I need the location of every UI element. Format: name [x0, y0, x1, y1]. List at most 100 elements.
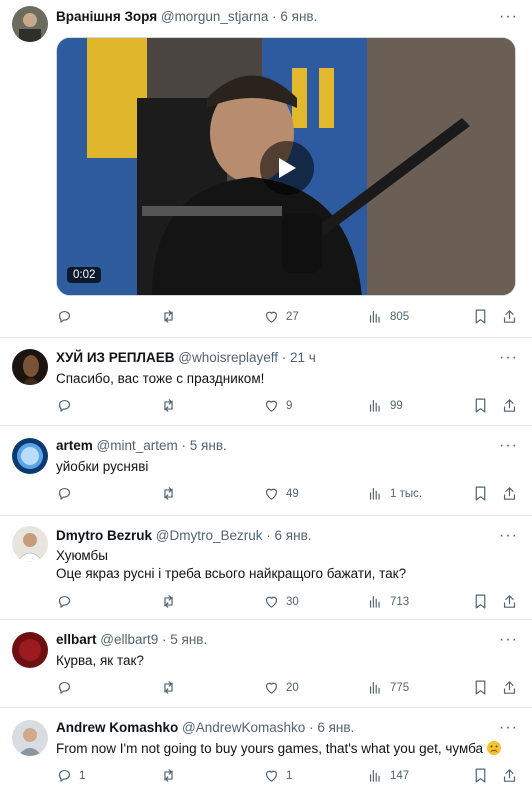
share-button[interactable]	[501, 679, 518, 696]
avatar[interactable]	[12, 632, 48, 668]
author-name[interactable]: ellbart	[56, 632, 97, 647]
share-button[interactable]	[501, 485, 518, 502]
like-icon	[263, 593, 280, 610]
tweet-text-line: Оце якраз русні і треба всього найкращог…	[56, 566, 407, 581]
tweet-time[interactable]: · 5 янв.	[162, 632, 207, 647]
views-button[interactable]: 775	[367, 679, 409, 696]
views-count: 99	[390, 399, 403, 412]
tweet[interactable]: ellbart @ellbart9 · 5 янв. ··· Курва, як…	[0, 620, 532, 708]
like-count: 1	[286, 769, 293, 782]
avatar[interactable]	[12, 438, 48, 474]
play-button[interactable]	[260, 141, 314, 195]
retweet-button[interactable]	[160, 397, 183, 414]
tweet-header: ХУЙ ИЗ РЕПЛАЕВ @whoisreplayeff · 21 ч	[56, 350, 316, 365]
author-name[interactable]: Andrew Komashko	[56, 720, 178, 735]
tweet-time[interactable]: · 6 янв.	[266, 528, 311, 543]
share-icon	[501, 593, 518, 610]
like-button[interactable]: 9	[263, 397, 292, 414]
author-name[interactable]: artem	[56, 438, 93, 453]
bookmark-button[interactable]	[472, 397, 489, 414]
more-options-button[interactable]: ···	[499, 438, 518, 454]
author-handle[interactable]: @mint_artem	[97, 438, 178, 453]
retweet-button[interactable]	[160, 767, 183, 784]
views-button[interactable]: 99	[367, 397, 403, 414]
tweet-time[interactable]: · 6 янв.	[309, 720, 354, 735]
tweet-text: Спасибо, вас тоже с праздником!	[56, 371, 265, 386]
tweet[interactable]: Andrew Komashko @AndrewKomashko · 6 янв.…	[0, 708, 532, 800]
tweet[interactable]: artem @mint_artem · 5 янв. ··· уйобки ру…	[0, 426, 532, 516]
views-button[interactable]: 713	[367, 593, 409, 610]
avatar[interactable]	[12, 6, 48, 42]
like-button[interactable]: 30	[263, 593, 299, 610]
retweet-icon	[160, 485, 177, 502]
retweet-button[interactable]	[160, 485, 183, 502]
tweet[interactable]: ХУЙ ИЗ РЕПЛАЕВ @whoisreplayeff · 21 ч ··…	[0, 338, 532, 426]
bookmark-button[interactable]	[472, 593, 489, 610]
like-icon	[263, 308, 280, 325]
views-button[interactable]: 1 тыс.	[367, 485, 422, 502]
views-button[interactable]: 805	[367, 308, 409, 325]
like-button[interactable]: 27	[263, 308, 299, 325]
author-name[interactable]: Dmytro Bezruk	[56, 528, 152, 543]
more-options-button[interactable]: ···	[499, 9, 518, 25]
like-icon	[263, 679, 280, 696]
author-name[interactable]: ХУЙ ИЗ РЕПЛАЕВ	[56, 350, 174, 365]
share-icon	[501, 308, 518, 325]
share-button[interactable]	[501, 767, 518, 784]
tweet[interactable]: Dmytro Bezruk @Dmytro_Bezruk · 6 янв. ··…	[0, 516, 532, 620]
bookmark-button[interactable]	[472, 485, 489, 502]
share-button[interactable]	[501, 397, 518, 414]
avatar[interactable]	[12, 526, 48, 562]
author-handle[interactable]: @AndrewKomashko	[182, 720, 305, 735]
like-button[interactable]: 1	[263, 767, 292, 784]
tweet-time[interactable]: · 5 янв.	[182, 438, 227, 453]
avatar[interactable]	[12, 720, 48, 756]
author-handle[interactable]: @morgun_stjarna	[161, 9, 269, 24]
reply-button[interactable]: 1	[56, 767, 85, 784]
reply-button[interactable]	[56, 308, 79, 325]
tweet-time[interactable]: · 6 янв.	[272, 9, 317, 24]
views-icon	[367, 397, 384, 414]
share-button[interactable]	[501, 308, 518, 325]
reply-icon	[56, 593, 73, 610]
like-button[interactable]: 49	[263, 485, 299, 502]
author-name[interactable]: Вранішня Зоря	[56, 9, 157, 24]
retweet-button[interactable]	[160, 679, 183, 696]
retweet-button[interactable]	[160, 593, 183, 610]
tweet-time[interactable]: · 21 ч	[282, 350, 316, 365]
retweet-button[interactable]	[160, 308, 183, 325]
tweet-text-container: From now I'm not going to buy yours game…	[56, 739, 516, 758]
share-button[interactable]	[501, 593, 518, 610]
tweet-header: Dmytro Bezruk @Dmytro_Bezruk · 6 янв.	[56, 528, 312, 543]
bookmark-button[interactable]	[472, 308, 489, 325]
reply-button[interactable]	[56, 593, 79, 610]
like-count: 20	[286, 681, 299, 694]
more-options-button[interactable]: ···	[499, 720, 518, 736]
reply-button[interactable]	[56, 679, 79, 696]
tweet-actions: 1 1 147	[56, 767, 522, 789]
reply-icon	[56, 679, 73, 696]
reply-button[interactable]	[56, 397, 79, 414]
bookmark-button[interactable]	[472, 767, 489, 784]
bookmark-button[interactable]	[472, 679, 489, 696]
views-button[interactable]: 147	[367, 767, 409, 784]
video-player[interactable]: 0:02	[56, 37, 516, 296]
tweet[interactable]: Вранішня Зоря @morgun_stjarna · 6 янв. ·…	[0, 0, 532, 338]
share-icon	[501, 485, 518, 502]
more-options-button[interactable]: ···	[499, 350, 518, 366]
author-handle[interactable]: @ellbart9	[100, 632, 158, 647]
author-handle[interactable]: @whoisreplayeff	[178, 350, 278, 365]
bookmark-icon	[472, 308, 489, 325]
author-handle[interactable]: @Dmytro_Bezruk	[156, 528, 263, 543]
like-button[interactable]: 20	[263, 679, 299, 696]
views-icon	[367, 485, 384, 502]
more-options-button[interactable]: ···	[499, 632, 518, 648]
tweet-text-line: Хуюмбы	[56, 548, 108, 563]
reply-button[interactable]	[56, 485, 79, 502]
tweet-text: уйобки русняві	[56, 459, 149, 474]
like-count: 27	[286, 310, 299, 323]
avatar[interactable]	[12, 349, 48, 385]
more-options-button[interactable]: ···	[499, 528, 518, 544]
tweet-text: From now I'm not going to buy yours game…	[56, 741, 484, 756]
views-count: 775	[390, 681, 410, 694]
